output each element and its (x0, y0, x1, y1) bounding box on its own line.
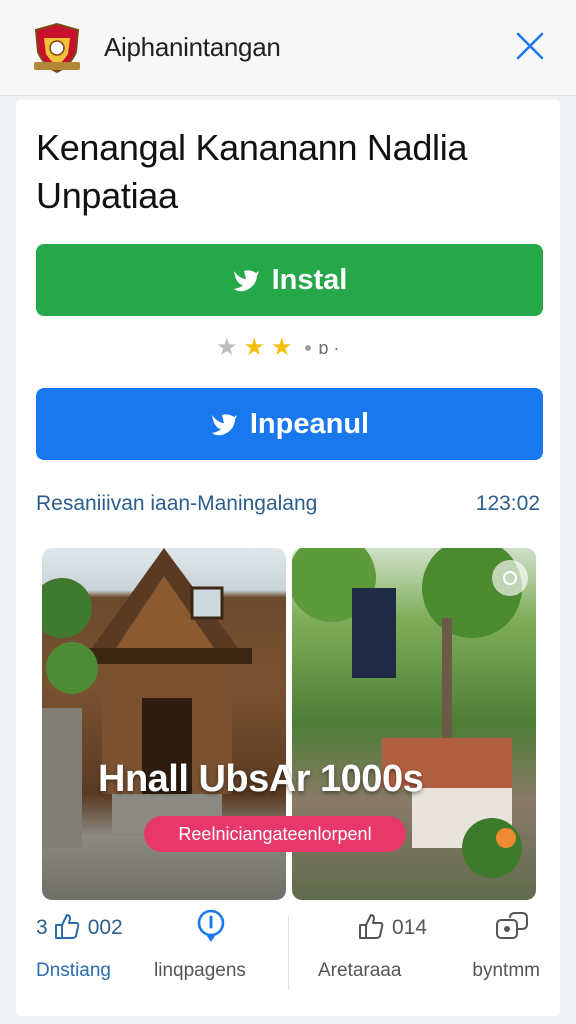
share-icon (494, 910, 530, 947)
app-card: Kenangal Kananann Nadlia Unpatiaa Instal… (16, 100, 560, 1016)
page-title: Kenangal Kananann Nadlia Unpatiaa (36, 127, 468, 216)
rating: ★ ★ ★ ɒ · (216, 334, 340, 362)
install-label: Instal (271, 263, 348, 296)
action-pin[interactable]: linqpagens (154, 906, 274, 998)
image-gallery[interactable]: Hnall UbsAr 1000s Reelniciangateenlorpen… (42, 548, 536, 900)
install-button[interactable]: Instal (36, 244, 543, 316)
star-icon: ★ (243, 334, 266, 361)
divider (288, 916, 289, 990)
thumbs-up-icon (52, 911, 82, 946)
action-label: Dnstiang (36, 960, 111, 981)
action-like[interactable]: 3 002 Dnstiang (36, 906, 146, 998)
star-icon: ★ (216, 334, 238, 361)
secondary-button[interactable]: Inpeanul (36, 388, 543, 460)
gallery-overlay-text: Hnall UbsAr 1000s (98, 758, 424, 800)
top-bar: Aiphanintangan (0, 0, 576, 96)
separator-dot (304, 345, 311, 351)
star-icon: ★ (271, 334, 293, 361)
emblem-logo-icon (30, 22, 84, 74)
thumbs-up-icon (356, 911, 386, 946)
action-label: Aretaraaa (318, 960, 402, 981)
secondary-label: Inpeanul (249, 407, 370, 440)
app-name: Aiphanintangan (104, 32, 281, 62)
rating-text: ɒ · (318, 337, 340, 358)
action-bar: 3 002 Dnstiang linqpagens 014 Aretaraaa … (36, 906, 540, 998)
like-count: 002 (87, 916, 123, 939)
info-value: 123:02 (475, 492, 540, 515)
close-icon[interactable] (510, 26, 550, 66)
circle-icon[interactable] (492, 560, 528, 596)
gallery-pill[interactable]: Reelniciangateenlorpenl (144, 816, 406, 852)
action-like-2[interactable]: 014 Aretaraaa (318, 906, 438, 998)
bird-icon (210, 411, 238, 437)
bird-icon (232, 267, 260, 293)
pin-icon (194, 909, 228, 948)
action-label: byntmm (472, 960, 540, 981)
like-count: 014 (392, 916, 428, 939)
action-prefix: 3 (36, 916, 48, 939)
action-label: linqpagens (154, 960, 246, 981)
action-share[interactable]: byntmm (436, 906, 540, 998)
info-text: Resaniiivan iaan-Maningalang (36, 492, 318, 515)
